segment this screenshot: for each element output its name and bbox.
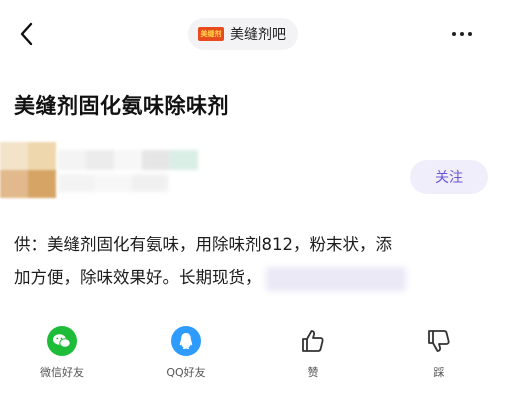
- content-line: 供：美缝剂固化有氨味，用除味剂812，粉末状，添: [14, 235, 392, 254]
- author-meta-redacted: [58, 174, 169, 192]
- forum-chip[interactable]: 美缝剂 美缝剂吧: [188, 18, 298, 50]
- share-qq-label: QQ好友: [166, 366, 206, 379]
- author-row: 关注: [0, 140, 506, 200]
- like-label: 赞: [307, 366, 319, 379]
- like-button[interactable]: 赞: [268, 326, 358, 380]
- content-line-2: 加方便，除味效果好。长期现货，: [14, 261, 494, 294]
- more-dot: [460, 32, 464, 36]
- thumbs-down-icon: [424, 326, 454, 356]
- qq-icon: [171, 326, 201, 356]
- more-button[interactable]: [444, 22, 480, 46]
- post-title: 美缝剂固化氨味除味剂: [14, 94, 229, 118]
- wechat-icon: [47, 326, 77, 356]
- more-dot: [468, 32, 472, 36]
- thumbs-up-icon: [298, 326, 328, 356]
- author-name-redacted[interactable]: [58, 150, 198, 170]
- more-dot: [452, 32, 456, 36]
- share-action-bar: 微信好友 QQ好友 赞 踩: [0, 326, 506, 386]
- forum-logo: 美缝剂: [198, 27, 224, 41]
- content-line-text: 加方便，除味效果好。长期现货，: [14, 268, 262, 287]
- share-wechat-button[interactable]: 微信好友: [17, 326, 107, 380]
- top-bar: 美缝剂 美缝剂吧: [0, 0, 506, 70]
- share-qq-button[interactable]: QQ好友: [141, 326, 231, 380]
- back-button[interactable]: [14, 20, 40, 48]
- forum-name: 美缝剂吧: [230, 27, 286, 43]
- dislike-label: 踩: [433, 366, 445, 379]
- dislike-button[interactable]: 踩: [394, 326, 484, 380]
- share-wechat-label: 微信好友: [40, 366, 84, 379]
- follow-button[interactable]: 关注: [410, 160, 488, 194]
- avatar[interactable]: [0, 142, 56, 198]
- chevron-left-icon: [20, 22, 33, 46]
- redacted-text: [265, 266, 406, 291]
- post-content: 供：美缝剂固化有氨味，用除味剂812，粉末状，添 加方便，除味效果好。长期现货，: [14, 228, 494, 294]
